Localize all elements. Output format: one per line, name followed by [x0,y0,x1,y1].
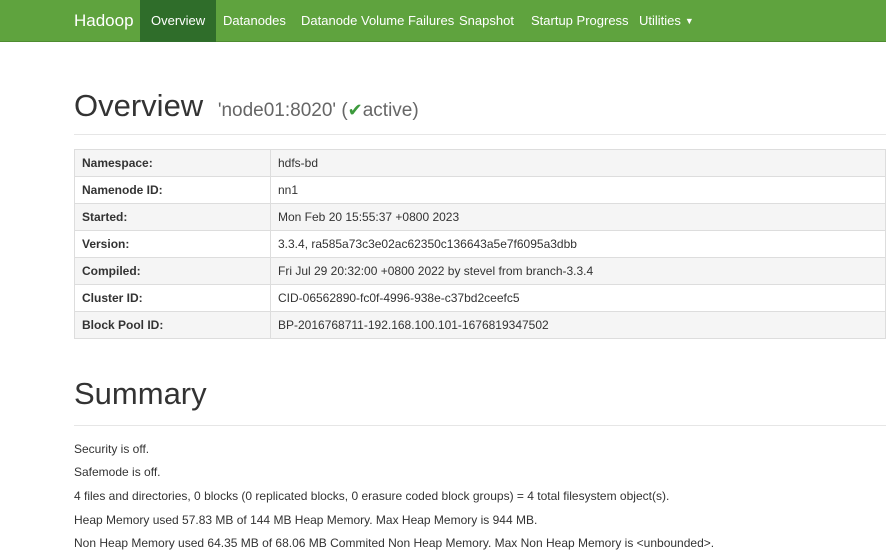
row-label: Namespace: [74,149,271,177]
row-label: Compiled: [74,257,271,285]
table-row: Namenode ID: nn1 [74,176,886,204]
check-icon: ✔ [347,100,363,120]
table-row: Started: Mon Feb 20 15:55:37 +0800 2023 [74,203,886,231]
safemode-status: Safemode is off. [74,465,161,479]
nav-utilities-label: Utilities [639,13,681,28]
table-row: Version: 3.3.4, ra585a73c3e02ac62350c1366… [74,230,886,258]
nav-snapshot[interactable]: Snapshot [459,0,514,42]
node-status: 'node01:8020' (✔active) [218,100,419,121]
nav-overview[interactable]: Overview [140,0,217,42]
table-row: Block Pool ID: BP-2016768711-192.168.100.… [74,311,886,339]
nav-utilities-dropdown[interactable]: Utilities ▼ [639,0,694,42]
status-text: active) [362,100,419,121]
summary-heading: Summary [74,376,207,411]
row-value: 3.3.4, ra585a73c3e02ac62350c136643a5e7f6… [270,230,886,258]
row-value: nn1 [270,176,886,204]
row-value: hdfs-bd [270,149,886,177]
row-label: Cluster ID: [74,284,271,312]
row-label: Block Pool ID: [74,311,271,339]
row-label: Version: [74,230,271,258]
table-row: Namespace: hdfs-bd [74,149,886,177]
row-label: Started: [74,203,271,231]
namenode-info-table: Namespace: hdfs-bd Namenode ID: nn1 Starte… [74,149,886,339]
nav-startup-progress[interactable]: Startup Progress [531,0,629,42]
title-divider [74,134,886,135]
nav-datanode-volume-failures[interactable]: Datanode Volume Failures [301,0,454,42]
heap-memory: Heap Memory used 57.83 MB of 144 MB Heap… [74,513,538,527]
row-value: CID-06562890-fc0f-4996-938e-c37bd2ceefc5 [270,284,886,312]
row-label: Namenode ID: [74,176,271,204]
nav-datanodes[interactable]: Datanodes [223,0,286,42]
table-row: Compiled: Fri Jul 29 20:32:00 +0800 2022 … [74,257,886,285]
node-address: 'node01:8020' [217,100,337,121]
row-value: Fri Jul 29 20:32:00 +0800 2022 by stevel… [270,257,886,285]
summary-divider [74,425,886,426]
brand-logo[interactable]: Hadoop [74,0,134,42]
page-title-text: Overview [74,88,204,123]
security-status: Security is off. [74,442,150,456]
table-row: Cluster ID: CID-06562890-fc0f-4996-938e-c… [74,284,886,312]
row-value: BP-2016768711-192.168.100.101-1676819347… [270,311,886,339]
non-heap-memory: Non Heap Memory used 64.35 MB of 68.06 M… [74,536,715,550]
filesystem-objects: 4 files and directories, 0 blocks (0 rep… [74,489,670,503]
row-value: Mon Feb 20 15:55:37 +0800 2023 [270,203,886,231]
caret-down-icon: ▼ [684,16,694,26]
page-title: Overview 'node01:8020' (✔active) [74,88,419,124]
top-navbar: Hadoop Overview Datanodes Datanode Volum… [0,0,886,42]
